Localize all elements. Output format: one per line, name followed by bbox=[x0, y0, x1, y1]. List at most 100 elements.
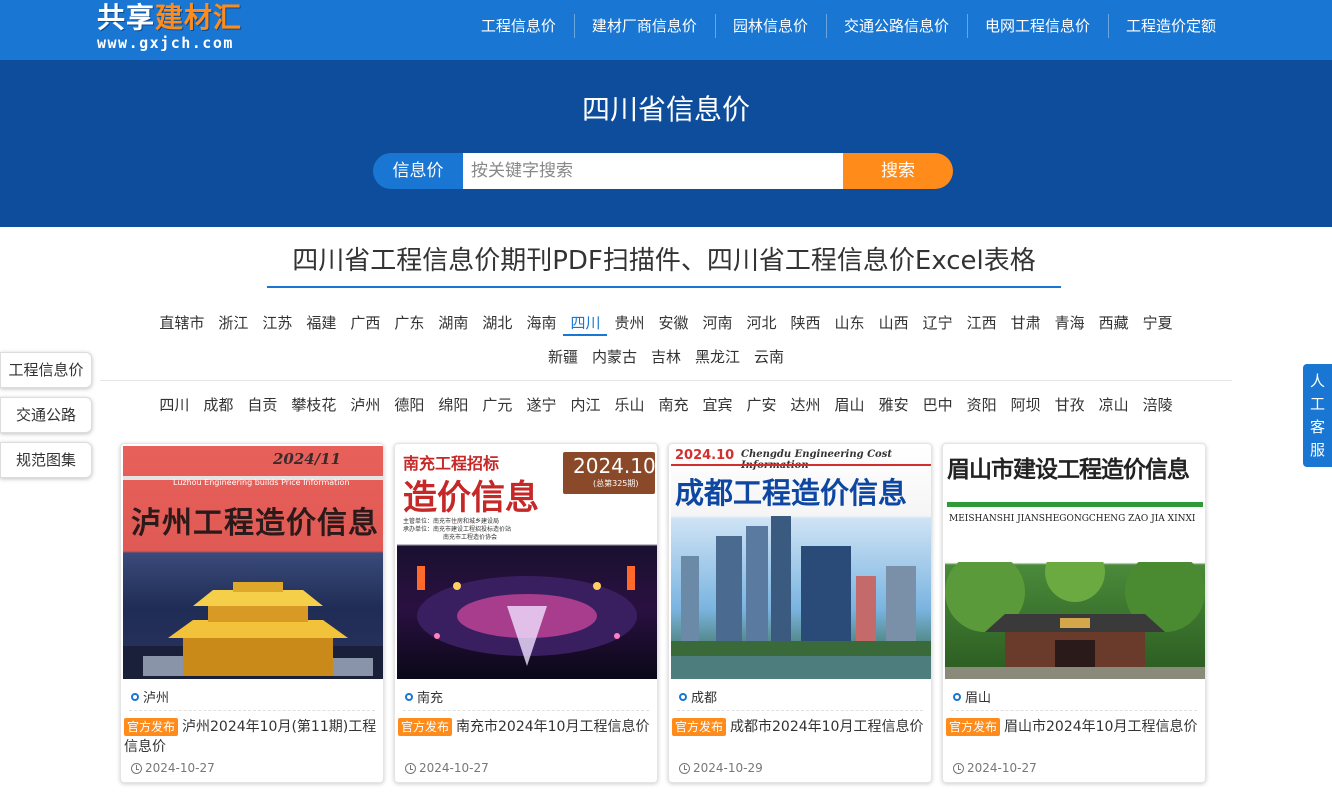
card-title[interactable]: 官方发布 成都市2024年10月工程信息价 bbox=[672, 717, 928, 737]
province-link[interactable]: 黑龙江 bbox=[688, 344, 747, 370]
cover-subtitle: Luzhou Engineering builds Price Informat… bbox=[173, 478, 350, 487]
province-link[interactable]: 江苏 bbox=[255, 310, 299, 336]
card-date: 2024-10-27 bbox=[131, 761, 215, 775]
location-dot-icon bbox=[953, 692, 961, 701]
search-input[interactable] bbox=[463, 153, 843, 189]
card-city-label: 眉山 bbox=[965, 691, 992, 706]
city-link[interactable]: 涪陵 bbox=[1136, 392, 1180, 418]
city-link[interactable]: 南充 bbox=[651, 392, 695, 418]
city-link[interactable]: 广元 bbox=[475, 392, 519, 418]
province-link[interactable]: 吉林 bbox=[644, 344, 688, 370]
city-link[interactable]: 资阳 bbox=[960, 392, 1004, 418]
city-link[interactable]: 眉山 bbox=[828, 392, 872, 418]
city-link[interactable]: 巴中 bbox=[916, 392, 960, 418]
province-link[interactable]: 四川 bbox=[563, 310, 608, 336]
province-link[interactable]: 青海 bbox=[1048, 310, 1092, 336]
nav-item-cost-quota[interactable]: 工程造价定额 bbox=[1107, 0, 1234, 52]
province-link[interactable]: 湖北 bbox=[475, 310, 519, 336]
skyline-illustration bbox=[671, 516, 931, 679]
cover-issue: 2024/11 bbox=[273, 450, 342, 468]
province-list-row2: 新疆 内蒙古 吉林 黑龙江 云南 bbox=[100, 344, 1232, 370]
card-title-text: 成都市2024年10月工程信息价 bbox=[730, 719, 924, 735]
city-link[interactable]: 自贡 bbox=[240, 392, 284, 418]
cover-image-meishan: 眉山市建设工程造价信息 MEISHANSHI JIANSHEGONGCHENG … bbox=[945, 446, 1205, 679]
city-link[interactable]: 泸州 bbox=[343, 392, 387, 418]
province-link[interactable]: 广西 bbox=[343, 310, 387, 336]
province-link[interactable]: 宁夏 bbox=[1136, 310, 1180, 336]
province-link[interactable]: 甘肃 bbox=[1004, 310, 1048, 336]
price-card[interactable]: 2024.10 Chengdu Engineering Cost Informa… bbox=[668, 443, 932, 783]
nav-item-engineering-price[interactable]: 工程信息价 bbox=[463, 0, 574, 52]
province-link[interactable]: 湖南 bbox=[431, 310, 475, 336]
card-date-text: 2024-10-27 bbox=[419, 761, 489, 775]
province-link[interactable]: 西藏 bbox=[1092, 310, 1136, 336]
section-title: 四川省工程信息价期刊PDF扫描件、四川省工程信息价Excel表格 bbox=[267, 240, 1061, 288]
city-link[interactable]: 凉山 bbox=[1092, 392, 1136, 418]
province-link[interactable]: 新疆 bbox=[541, 344, 585, 370]
card-title[interactable]: 官方发布 南充市2024年10月工程信息价 bbox=[398, 717, 654, 737]
city-link[interactable]: 乐山 bbox=[607, 392, 651, 418]
province-link[interactable]: 山东 bbox=[828, 310, 872, 336]
price-card[interactable]: 眉山市建设工程造价信息 MEISHANSHI JIANSHEGONGCHENG … bbox=[942, 443, 1206, 783]
province-link[interactable]: 海南 bbox=[519, 310, 563, 336]
city-link[interactable]: 成都 bbox=[196, 392, 240, 418]
province-link[interactable]: 云南 bbox=[747, 344, 791, 370]
province-link[interactable]: 直辖市 bbox=[152, 310, 211, 336]
side-menu-highway[interactable]: 交通公路 bbox=[0, 397, 92, 433]
location-dot-icon bbox=[405, 692, 413, 701]
province-list: 直辖市 浙江 江苏 福建 广西 广东 湖南 湖北 海南 四川 贵州 安徽 河南 河北 陕西 山东 山西 辽宁 江西甘… bbox=[100, 310, 1232, 336]
service-char: 工 bbox=[1309, 395, 1325, 413]
cover-image-nanchong: 南充工程招标 造价信息 2024.10 (总第325期) 主管单位：南充市住房和… bbox=[397, 446, 657, 679]
city-link[interactable]: 达州 bbox=[784, 392, 828, 418]
search-category[interactable]: 信息价 bbox=[373, 153, 463, 189]
clock-icon bbox=[953, 762, 964, 774]
clock-icon bbox=[131, 762, 142, 774]
province-link[interactable]: 河北 bbox=[740, 310, 784, 336]
city-link[interactable]: 宜宾 bbox=[696, 392, 740, 418]
city-link[interactable]: 雅安 bbox=[872, 392, 916, 418]
card-title[interactable]: 官方发布 泸州2024年10月(第11期)工程信息价 bbox=[124, 717, 380, 757]
province-link[interactable]: 江西 bbox=[960, 310, 1004, 336]
city-link[interactable]: 四川 bbox=[152, 392, 196, 418]
cover-heading: 泸州工程造价信息 bbox=[131, 506, 379, 541]
city-link[interactable]: 阿坝 bbox=[1004, 392, 1048, 418]
clock-icon bbox=[405, 762, 416, 774]
province-link[interactable]: 河南 bbox=[696, 310, 740, 336]
city-link[interactable]: 德阳 bbox=[387, 392, 431, 418]
province-link[interactable]: 浙江 bbox=[211, 310, 255, 336]
city-link[interactable]: 广安 bbox=[740, 392, 784, 418]
province-link[interactable]: 内蒙古 bbox=[585, 344, 644, 370]
city-link[interactable]: 绵阳 bbox=[431, 392, 475, 418]
search-button[interactable]: 搜索 bbox=[843, 153, 953, 189]
card-date: 2024-10-29 bbox=[679, 761, 763, 775]
province-link[interactable]: 辽宁 bbox=[916, 310, 960, 336]
province-link[interactable]: 山西 bbox=[872, 310, 916, 336]
card-title-text: 眉山市2024年10月工程信息价 bbox=[1004, 719, 1198, 735]
city-link[interactable]: 内江 bbox=[563, 392, 607, 418]
divider bbox=[100, 380, 1232, 381]
nav-item-garden-price[interactable]: 园林信息价 bbox=[714, 0, 826, 52]
customer-service-button[interactable]: 人 工 客 服 bbox=[1303, 364, 1332, 467]
nav-item-highway-price[interactable]: 交通公路信息价 bbox=[825, 0, 967, 52]
location-dot-icon bbox=[679, 692, 687, 701]
city-list: 四川 成都 自贡 攀枝花 泸州 德阳 绵阳 广元 遂宁 内江 乐山 南充 宜宾 广安 达州 眉山 雅安 巴中 资阳阿… bbox=[100, 392, 1232, 418]
price-card[interactable]: 南充工程招标 造价信息 2024.10 (总第325期) 主管单位：南充市住房和… bbox=[394, 443, 658, 783]
province-link[interactable]: 陕西 bbox=[784, 310, 828, 336]
card-location: 眉山 bbox=[953, 687, 991, 706]
city-link[interactable]: 遂宁 bbox=[519, 392, 563, 418]
side-menu-engineering-price[interactable]: 工程信息价 bbox=[0, 352, 92, 388]
nav-item-manufacturer-price[interactable]: 建材厂商信息价 bbox=[573, 0, 715, 52]
nav-item-grid-price[interactable]: 电网工程信息价 bbox=[966, 0, 1108, 52]
pavilion-illustration bbox=[123, 582, 383, 679]
city-link[interactable]: 甘孜 bbox=[1048, 392, 1092, 418]
province-link[interactable]: 贵州 bbox=[607, 310, 651, 336]
province-link[interactable]: 广东 bbox=[387, 310, 431, 336]
official-badge: 官方发布 bbox=[124, 718, 179, 736]
card-title[interactable]: 官方发布 眉山市2024年10月工程信息价 bbox=[946, 717, 1202, 737]
city-link[interactable]: 攀枝花 bbox=[284, 392, 343, 418]
side-menu-standards[interactable]: 规范图集 bbox=[0, 442, 92, 478]
price-card[interactable]: 2024/11 Luzhou Engineering builds Price … bbox=[120, 443, 384, 783]
province-link[interactable]: 福建 bbox=[299, 310, 343, 336]
province-link[interactable]: 安徽 bbox=[651, 310, 695, 336]
site-logo[interactable]: 共享建材汇 www.gxjch.com bbox=[97, 2, 277, 56]
